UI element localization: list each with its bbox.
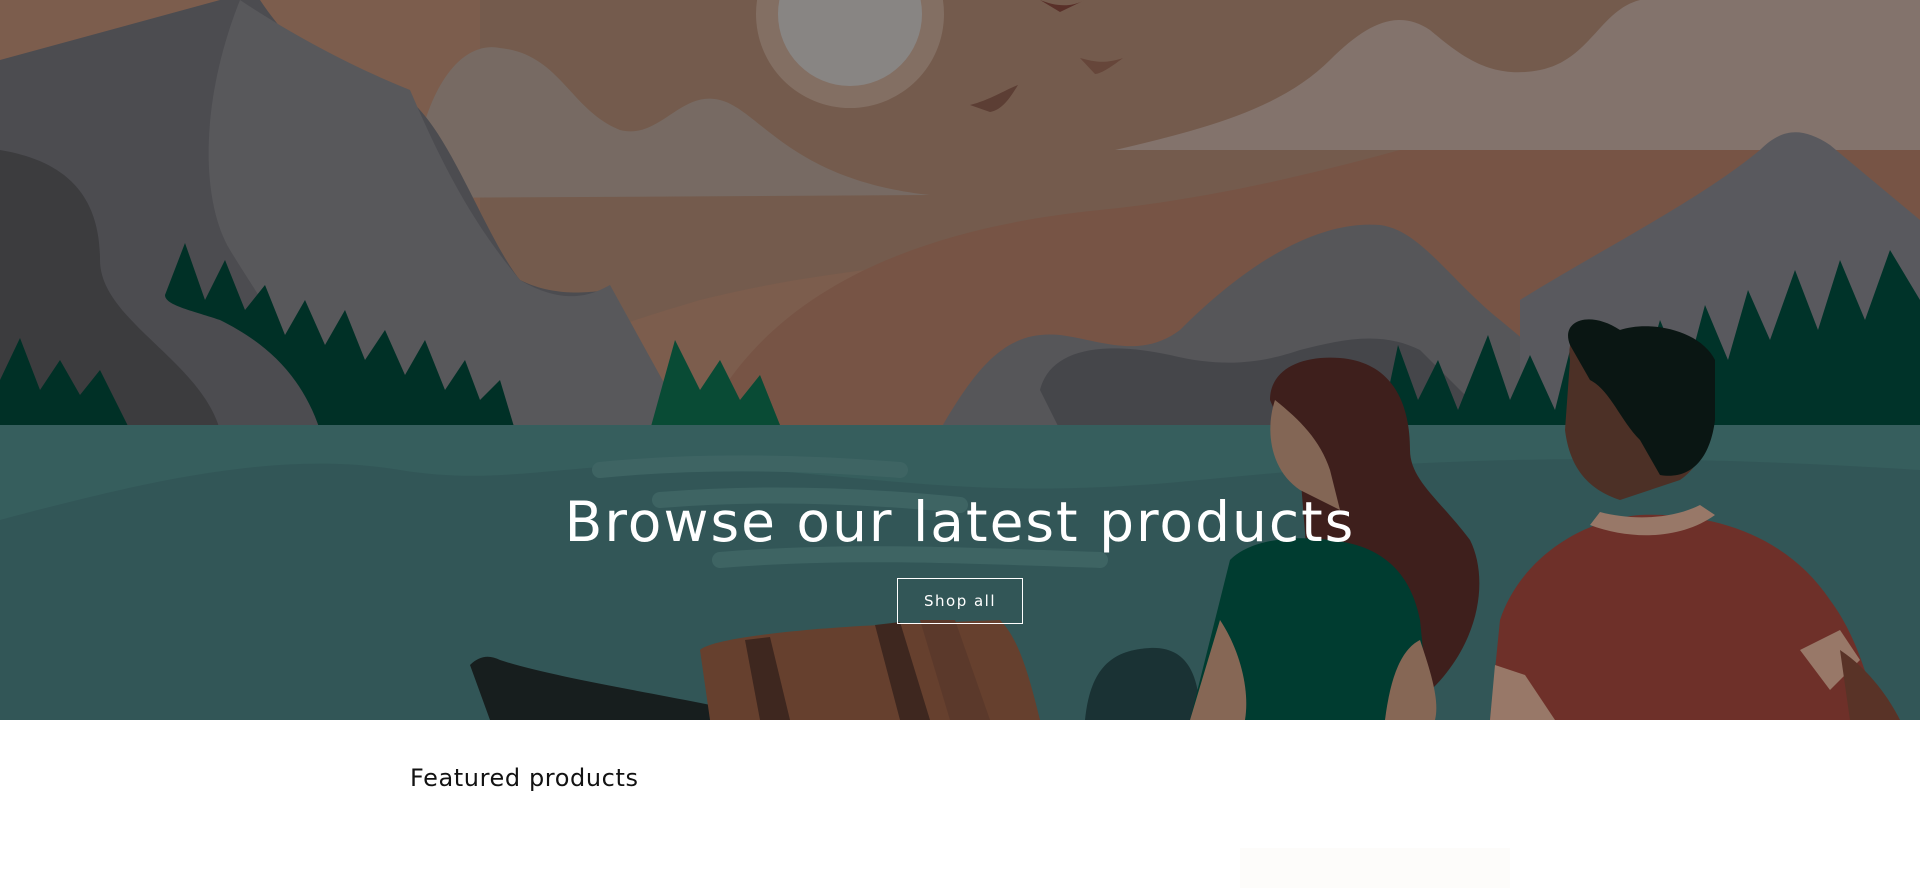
hero-banner: Browse our latest products Shop all (0, 0, 1920, 720)
featured-products-title: Featured products (410, 764, 639, 792)
product-card[interactable] (1240, 848, 1510, 888)
hero-content: Browse our latest products Shop all (0, 490, 1920, 624)
shop-all-button[interactable]: Shop all (897, 578, 1023, 624)
hero-title: Browse our latest products (564, 490, 1356, 554)
featured-products-section: Featured products (0, 720, 1920, 888)
